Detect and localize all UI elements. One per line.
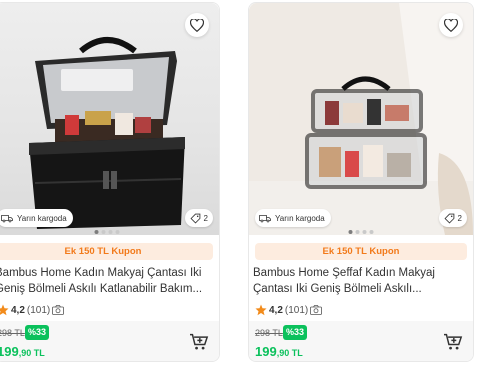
add-to-cart-button[interactable] [189, 333, 209, 351]
price-box: 298 TL %33 199,90 TL [0, 321, 219, 361]
tag-icon [444, 213, 454, 224]
star-icon [255, 304, 267, 316]
old-price: 298 TL [255, 328, 283, 338]
star-icon [0, 304, 9, 316]
review-count: (101) [26, 304, 51, 316]
heart-icon [444, 18, 458, 32]
shipping-text: Yarın kargoda [275, 213, 325, 223]
product-title[interactable]: Bambus Home Şeffaf Kadın Makyaj Çantası … [253, 265, 467, 297]
product-title-line2: Çantası Iki Geniş Bölmeli Askılı... [253, 283, 422, 295]
shipping-badge: Yarın kargoda [0, 209, 73, 227]
coupon-badge: Ek 150 TL Kupon [255, 243, 467, 260]
cart-plus-icon [444, 333, 463, 350]
price-main: 199 [0, 344, 19, 359]
price-cents: ,90 TL [18, 348, 45, 358]
review-count: (101) [284, 304, 309, 316]
product-title[interactable]: Bambus Home Kadın Makyaj Çantası Iki Gen… [0, 265, 209, 297]
product-title-line1: Bambus Home Kadın Makyaj Çantası Iki [0, 267, 202, 279]
current-price: 199,90 TL [0, 344, 45, 359]
product-grid: Yarın kargoda 2 Ek 150 TL Kupon Bambus H… [0, 0, 480, 366]
transparent-makeup-bag-image [249, 3, 473, 235]
old-price: 298 TL [0, 328, 25, 338]
current-price: 199,90 TL [255, 344, 303, 359]
camera-icon [52, 305, 65, 315]
heart-icon [190, 18, 204, 32]
image-pagination[interactable] [348, 230, 374, 234]
variant-count-badge: 2 [184, 209, 213, 227]
product-card[interactable]: Yarın kargoda 2 Ek 150 TL Kupon Bambus H… [248, 2, 474, 362]
product-card[interactable]: Yarın kargoda 2 Ek 150 TL Kupon Bambus H… [0, 2, 220, 362]
truck-icon [259, 214, 271, 222]
makeup-bag-image [29, 37, 185, 229]
camera-icon [310, 305, 323, 315]
rating: 4,2 (101) [255, 304, 323, 316]
product-image[interactable]: Yarın kargoda 2 [249, 3, 473, 235]
variant-count: 2 [457, 213, 462, 223]
rating: 4,2 (101) [0, 304, 65, 316]
discount-badge: %33 [283, 325, 308, 340]
price-cents: ,90 TL [276, 348, 303, 358]
cart-plus-icon [190, 333, 209, 350]
product-title-line1: Bambus Home Şeffaf Kadın Makyaj [253, 267, 435, 279]
image-pagination[interactable] [94, 230, 120, 234]
truck-icon [1, 214, 13, 222]
tag-icon [190, 213, 200, 224]
price-box: 298 TL %33 199,90 TL [249, 321, 473, 361]
coupon-badge: Ek 150 TL Kupon [0, 243, 213, 260]
price-main: 199 [255, 344, 277, 359]
variant-count: 2 [203, 213, 208, 223]
rating-score: 4,2 [269, 304, 283, 316]
favorite-button[interactable] [439, 13, 463, 37]
discount-badge: %33 [25, 325, 50, 340]
add-to-cart-button[interactable] [443, 333, 463, 351]
shipping-text: Yarın kargoda [17, 213, 67, 223]
variant-count-badge: 2 [438, 209, 467, 227]
shipping-badge: Yarın kargoda [255, 209, 331, 227]
favorite-button[interactable] [185, 13, 209, 37]
rating-score: 4,2 [11, 304, 25, 316]
product-title-line2: Geniş Bölmeli Askılı Katlanabilir Bakım.… [0, 283, 203, 295]
product-image[interactable]: Yarın kargoda 2 [0, 3, 219, 235]
